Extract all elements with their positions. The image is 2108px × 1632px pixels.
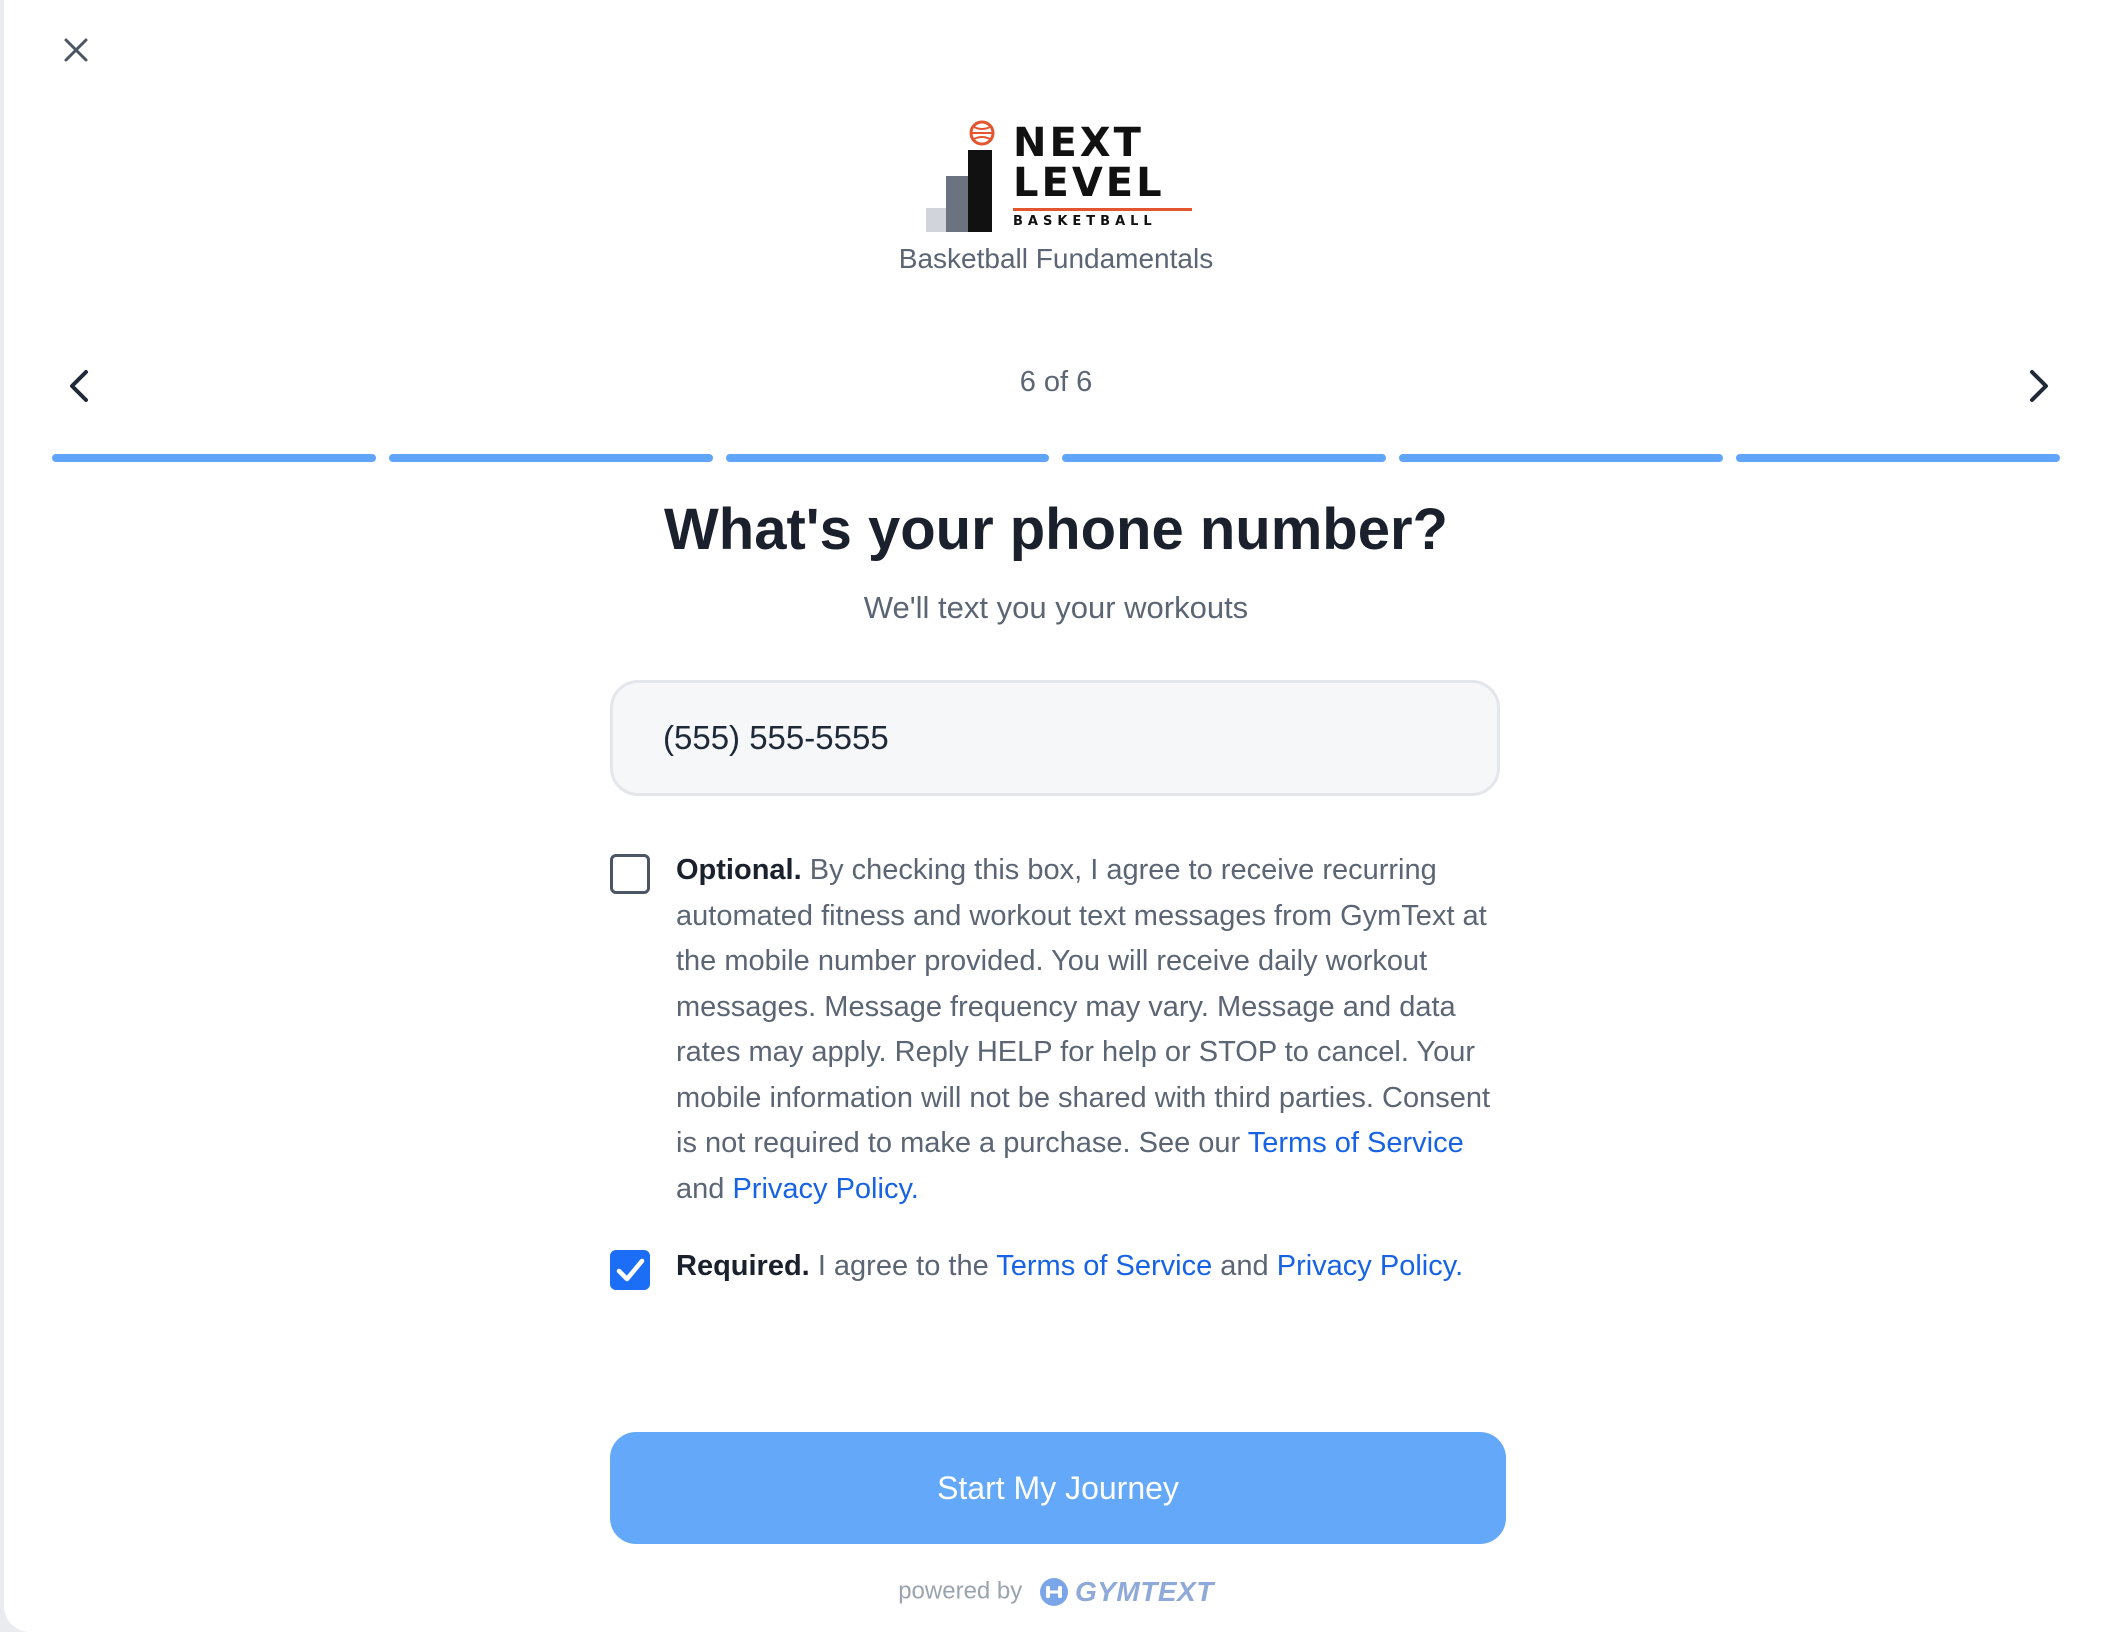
question-title: What's your phone number? xyxy=(664,497,1448,562)
required-consent-checkbox[interactable] xyxy=(610,1250,650,1290)
logo-underline xyxy=(1013,208,1192,211)
period-text: . xyxy=(910,1172,919,1205)
question-subtitle: We'll text you your workouts xyxy=(863,590,1249,625)
progress-segment xyxy=(52,454,376,462)
terms-of-service-link[interactable]: Terms of Service xyxy=(1248,1127,1464,1159)
progress-segment xyxy=(1736,454,2060,462)
phone-number-input[interactable] xyxy=(610,680,1500,796)
optional-consent-text: Optional. By checking this box, I agree … xyxy=(676,848,1506,1212)
next-level-basketball-logo: NEXT LEVEL BASKETBALL xyxy=(924,114,1192,234)
optional-consent-body: By checking this box, I agree to receive… xyxy=(676,854,1491,1159)
close-icon xyxy=(64,38,88,62)
progress-segment xyxy=(1399,454,1724,462)
and-text: and xyxy=(1220,1250,1269,1282)
logo-text-basketball: BASKETBALL xyxy=(1013,214,1157,229)
close-button[interactable] xyxy=(56,30,96,70)
logo-text-level: LEVEL xyxy=(1013,160,1165,206)
terms-of-service-link[interactable]: Terms of Service xyxy=(996,1250,1212,1282)
optional-label: Optional. xyxy=(676,854,802,886)
period-text: . xyxy=(1455,1250,1464,1282)
next-step-button[interactable] xyxy=(2014,362,2062,410)
progress-bar xyxy=(52,454,2060,462)
powered-by-footer: powered by GYMTEXT xyxy=(4,1576,2108,1608)
privacy-policy-link[interactable]: Privacy Policy xyxy=(732,1173,910,1205)
checkmark-icon xyxy=(616,1258,645,1282)
progress-segment xyxy=(1062,454,1387,462)
required-consent-body: I agree to the xyxy=(817,1250,989,1282)
required-label: Required. xyxy=(676,1250,810,1282)
chevron-right-icon xyxy=(2030,370,2048,402)
gymtext-brand[interactable]: GYMTEXT xyxy=(1039,1576,1214,1608)
privacy-policy-link[interactable]: Privacy Policy xyxy=(1277,1250,1455,1282)
start-my-journey-button[interactable]: Start My Journey xyxy=(610,1432,1506,1544)
progress-segment xyxy=(725,454,1050,462)
required-consent-text: Required. I agree to the Terms of Servic… xyxy=(676,1244,1506,1290)
optional-consent-checkbox[interactable] xyxy=(610,854,650,894)
powered-by-text: powered by xyxy=(898,1577,1023,1605)
gymtext-logo-icon xyxy=(1039,1578,1068,1606)
gymtext-brand-name: GYMTEXT xyxy=(1074,1576,1214,1607)
and-text: and xyxy=(676,1172,725,1205)
step-counter: 6 of 6 xyxy=(1019,366,1093,398)
progress-segment xyxy=(388,454,713,462)
logo-mark-icon xyxy=(926,120,995,232)
onboarding-modal: NEXT LEVEL BASKETBALL Basketball Fundame… xyxy=(4,0,2108,1632)
program-name: Basketball Fundamentals xyxy=(898,243,1214,274)
